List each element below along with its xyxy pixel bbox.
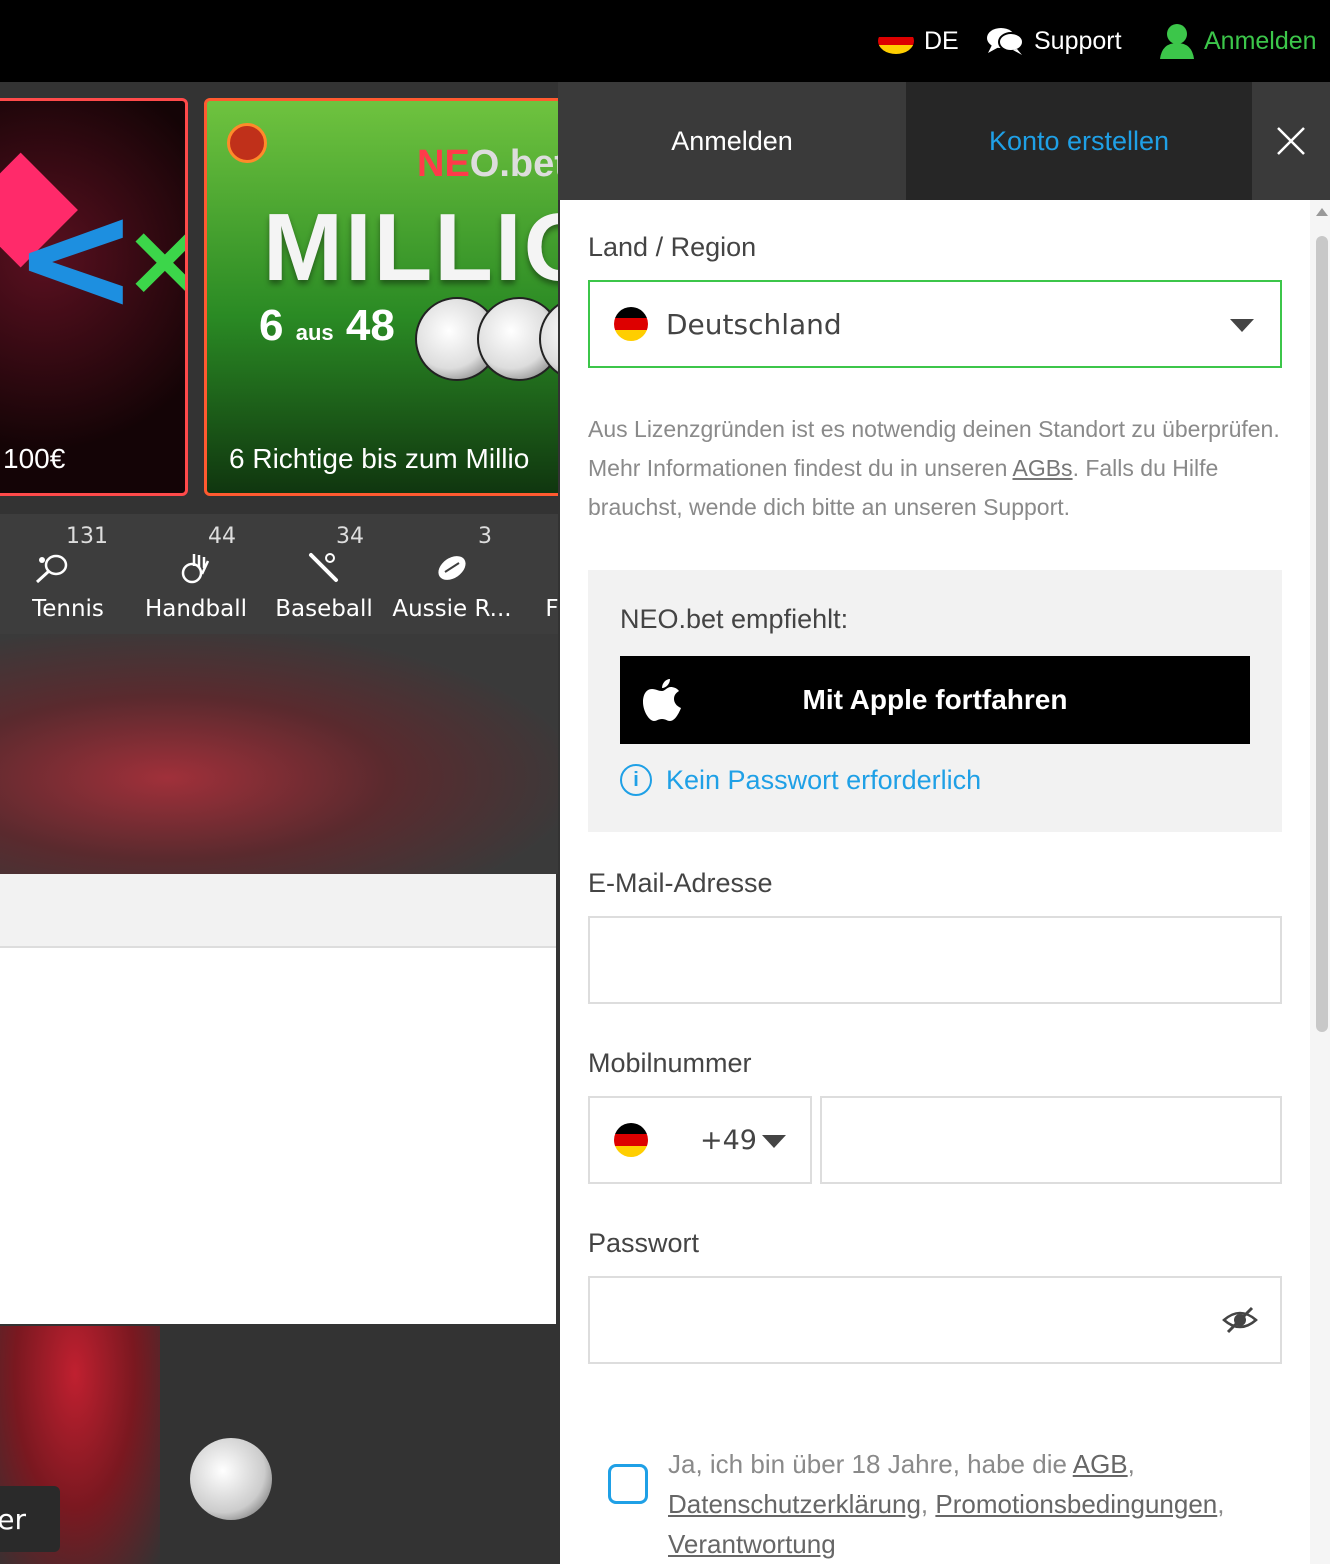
promotion-terms-link[interactable]: Promotionsbedingungen — [935, 1489, 1217, 1519]
close-icon — [1277, 127, 1305, 155]
password-label: Passwort — [588, 1228, 700, 1258]
license-info-text: Aus Lizenzgründen ist es notwendig deine… — [588, 416, 1280, 520]
content-box — [0, 948, 556, 1324]
promo-headline: MILLIO — [263, 194, 558, 301]
agb-link[interactable]: AGB — [1073, 1449, 1128, 1479]
neobet-logo: NEO.bet — [417, 143, 558, 185]
sport-item-tennis[interactable]: 131 Tennis — [4, 524, 132, 634]
terms-checkbox[interactable] — [608, 1464, 648, 1504]
sport-label: Baseball — [275, 596, 373, 622]
promo-caption: 6 Richtige bis zum Millio — [229, 443, 530, 474]
recommendation-box: NEO.bet empfiehlt: Mit Apple fortfahren … — [588, 570, 1282, 832]
language-code: DE — [924, 26, 959, 55]
apple-signin-button[interactable]: Mit Apple fortfahren — [620, 656, 1250, 744]
scroll-up-arrow-icon[interactable] — [1316, 208, 1328, 216]
login-label: Anmelden — [1204, 26, 1317, 55]
top-bar: DE Support Anmelden — [0, 0, 1330, 82]
aussie-rules-ball-icon — [438, 556, 466, 580]
auth-panel-tabs: Anmelden Konto erstellen — [558, 82, 1330, 200]
recommendation-title: NEO.bet empfiehlt: — [620, 604, 849, 634]
sport-label: F — [545, 596, 558, 622]
handball-icon — [181, 554, 210, 584]
apple-button-label: Mit Apple fortfahren — [802, 684, 1068, 715]
background-page: ◆ < × 100€ NEO.bet MILLIO 6 aus 48 6 Ric… — [0, 82, 558, 1564]
support-link[interactable]: Support — [986, 0, 1122, 82]
apple-icon — [643, 679, 681, 721]
content-strip — [0, 874, 556, 948]
info-icon: i — [620, 764, 652, 796]
sport-item-baseball[interactable]: 34 Baseball — [260, 524, 388, 634]
germany-flag-icon — [878, 28, 914, 54]
sport-count: 34 — [336, 524, 364, 549]
sport-label: Tennis — [32, 596, 104, 622]
football-balls-image — [415, 297, 558, 381]
login-link[interactable]: Anmelden — [1160, 0, 1317, 82]
fire-icon — [227, 123, 267, 163]
scroll-thumb[interactable] — [1316, 236, 1328, 1032]
privacy-link[interactable]: Datenschutzerklärung — [668, 1489, 921, 1519]
country-value: Deutschland — [666, 307, 842, 341]
phone-label: Mobilnummer — [588, 1048, 752, 1078]
chevron-down-icon — [1230, 319, 1254, 332]
green-cross-decoration: × — [123, 201, 185, 318]
language-selector[interactable]: DE — [878, 0, 959, 82]
bottom-banner: er — [0, 1326, 558, 1564]
phone-number-field[interactable] — [820, 1096, 1282, 1184]
email-field[interactable] — [588, 916, 1282, 1004]
chat-bubbles-icon — [987, 28, 1024, 55]
registration-form: Land / Region Deutschland Aus Lizenzgrün… — [560, 200, 1310, 1564]
blue-chevron-decoration: < — [13, 171, 139, 345]
germany-flag-icon — [614, 307, 648, 341]
eye-slash-icon[interactable] — [1222, 1304, 1258, 1336]
sports-bar: 131 Tennis 44 Handball 34 Baseball 3 Aus… — [0, 514, 558, 634]
no-password-label: Kein Passwort erforderlich — [666, 764, 982, 795]
terms-text: Ja, ich bin über 18 Jahre, habe die AGB,… — [668, 1449, 1225, 1559]
user-icon — [1160, 24, 1194, 59]
phone-prefix-select[interactable]: +49 — [588, 1096, 812, 1184]
no-password-info[interactable]: i Kein Passwort erforderlich — [620, 764, 981, 796]
tab-login[interactable]: Anmelden — [558, 82, 906, 200]
email-label: E-Mail-Adresse — [588, 868, 773, 898]
chevron-down-icon — [762, 1135, 786, 1148]
country-label: Land / Region — [588, 232, 757, 262]
germany-flag-icon — [614, 1123, 648, 1157]
football-image — [190, 1438, 272, 1520]
password-field[interactable] — [588, 1276, 1282, 1364]
promo-card[interactable]: ◆ < × 100€ — [0, 98, 188, 496]
close-button[interactable] — [1252, 82, 1330, 200]
form-scrollbar[interactable] — [1310, 200, 1330, 1564]
responsibility-link[interactable]: Verantwortung — [668, 1529, 836, 1559]
sport-count: 131 — [66, 524, 108, 549]
sport-item-handball[interactable]: 44 Handball — [132, 524, 260, 634]
country-select[interactable]: Deutschland — [588, 280, 1282, 368]
side-tab[interactable]: er — [0, 1486, 60, 1552]
promo-card-millionen[interactable]: NEO.bet MILLIO 6 aus 48 6 Richtige bis z… — [204, 98, 558, 496]
sport-count: 44 — [208, 524, 236, 549]
team-celebration-image — [0, 634, 558, 874]
sport-item-more[interactable]: F — [488, 524, 558, 634]
phone-prefix-value: +49 — [700, 1124, 757, 1156]
baseball-bat-icon — [309, 553, 338, 582]
tennis-racket-icon — [35, 554, 68, 584]
lotto-label: 6 aus 48 — [259, 301, 395, 350]
sport-label: Handball — [144, 596, 248, 622]
support-label: Support — [1034, 26, 1122, 55]
tab-create-account[interactable]: Konto erstellen — [906, 82, 1252, 200]
agb-link[interactable]: AGBs — [1012, 455, 1072, 481]
promo-caption: 100€ — [3, 443, 66, 474]
